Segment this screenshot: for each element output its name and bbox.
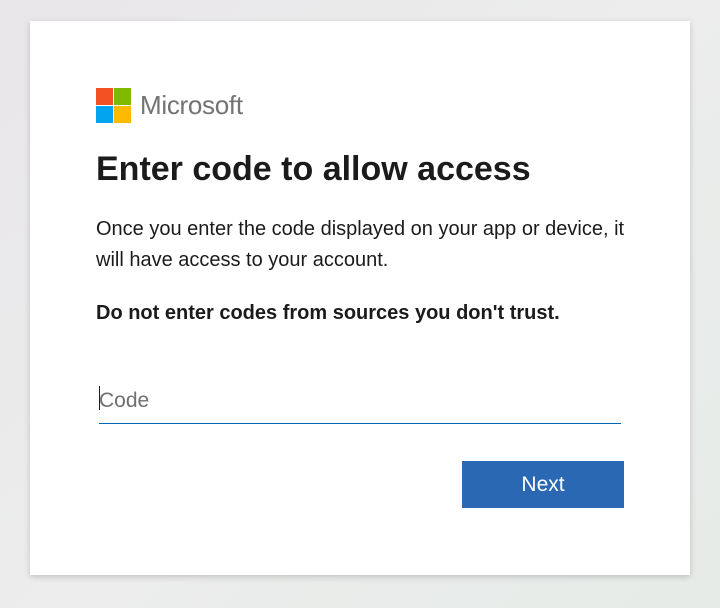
page-title: Enter code to allow access (96, 150, 531, 188)
text-caret (99, 386, 100, 410)
code-field[interactable] (99, 379, 621, 424)
trust-warning: Do not enter codes from sources you don'… (96, 302, 560, 324)
logo-square-green (114, 87, 131, 105)
next-button[interactable]: Next (462, 461, 624, 508)
code-input[interactable] (99, 379, 621, 423)
sign-in-card: Microsoft Enter code to allow access Onc… (30, 21, 690, 575)
logo-square-red (96, 87, 113, 105)
logo-square-yellow (114, 105, 131, 123)
page-description: Once you enter the code displayed on you… (96, 218, 625, 271)
brand-name: Microsoft (140, 90, 243, 120)
logo-square-blue (96, 105, 113, 123)
microsoft-brand: Microsoft (96, 87, 243, 123)
microsoft-logo-icon (96, 87, 131, 123)
